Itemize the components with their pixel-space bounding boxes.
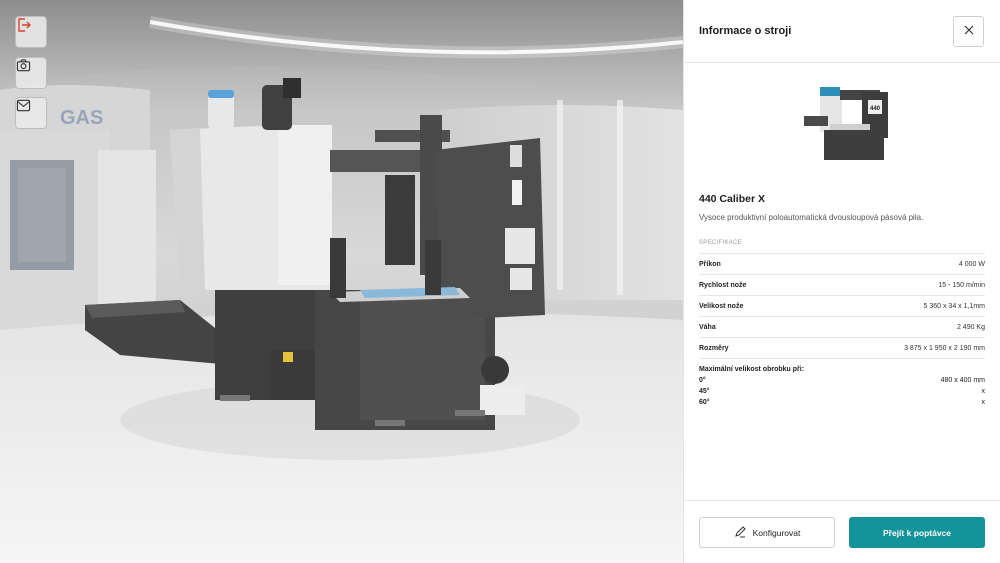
- spec-label: Rozměry: [699, 344, 729, 352]
- request-quote-button[interactable]: Přejít k poptávce: [849, 517, 985, 548]
- max-size-row-0: 0° 480 x 400 mm: [699, 375, 985, 386]
- spec-table: Příkon 4 000 W Rychlost nože 15 - 150 m/…: [699, 253, 985, 408]
- spec-row-blade-speed: Rychlost nože 15 - 150 m/min: [699, 274, 985, 295]
- machine-3d-viewer[interactable]: GAS: [0, 0, 683, 563]
- angle-label: 60°: [699, 399, 710, 406]
- machine-thumbnail: 440: [790, 82, 894, 172]
- max-size-row-45: 45° x: [699, 386, 985, 397]
- spec-label: Příkon: [699, 260, 721, 268]
- max-workpiece-size: Maximální velikost obrobku při: 0° 480 x…: [699, 358, 985, 408]
- machine-description: Vysoce produktivní poloautomatická dvous…: [699, 213, 924, 222]
- close-icon: [964, 22, 974, 40]
- spec-row-dimensions: Rozměry 3 875 x 1 950 x 2 190 mm: [699, 337, 985, 358]
- exit-button[interactable]: [15, 16, 47, 48]
- spec-row-blade-size: Velikost nože 5 360 x 34 x 1,1mm: [699, 295, 985, 316]
- configure-button[interactable]: Konfigurovat: [699, 517, 835, 548]
- showroom-logo: GAS: [60, 107, 103, 129]
- max-size-title: Maximální velikost obrobku při:: [699, 366, 805, 373]
- angle-label: 0°: [699, 377, 706, 384]
- spec-heading: SPECIFIKACE: [699, 240, 742, 246]
- spec-label: Velikost nože: [699, 302, 744, 310]
- spec-value: 5 360 x 34 x 1,1mm: [923, 302, 985, 310]
- spec-label: Rychlost nože: [699, 281, 747, 289]
- angle-value: x: [981, 399, 986, 406]
- spec-row-weight: Váha 2 490 Kg: [699, 316, 985, 337]
- thumbnail-badge: 440: [870, 106, 881, 112]
- angle-value: x: [981, 388, 986, 395]
- panel-header: Informace o stroji: [684, 0, 1000, 63]
- spec-value: 2 490 Kg: [956, 323, 985, 331]
- spec-label: Váha: [699, 323, 716, 331]
- close-button[interactable]: [953, 15, 984, 47]
- showroom-render: GAS: [0, 0, 683, 563]
- app-root: GAS Informace o stroji 440 440 Caliber X…: [0, 0, 1000, 563]
- machine-name: 440 Caliber X: [699, 193, 765, 205]
- panel-footer: Konfigurovat Přejít k poptávce: [684, 500, 1000, 563]
- machine-info-panel: Informace o stroji 440 440 Caliber X Vys…: [683, 0, 1000, 563]
- spec-row-power: Příkon 4 000 W: [699, 253, 985, 274]
- configure-label: Konfigurovat: [752, 527, 801, 538]
- pencil-icon: [734, 525, 746, 540]
- angle-label: 45°: [699, 388, 710, 395]
- contact-button[interactable]: [15, 97, 47, 129]
- max-size-row-60: 60° x: [699, 397, 985, 408]
- spec-value: 15 - 150 m/min: [938, 281, 985, 289]
- angle-value: 480 x 400 mm: [940, 377, 985, 384]
- panel-title: Informace o stroji: [699, 25, 792, 37]
- spec-value: 4 000 W: [958, 260, 985, 268]
- screenshot-button[interactable]: [15, 57, 47, 89]
- spec-value: 3 875 x 1 950 x 2 190 mm: [904, 344, 985, 352]
